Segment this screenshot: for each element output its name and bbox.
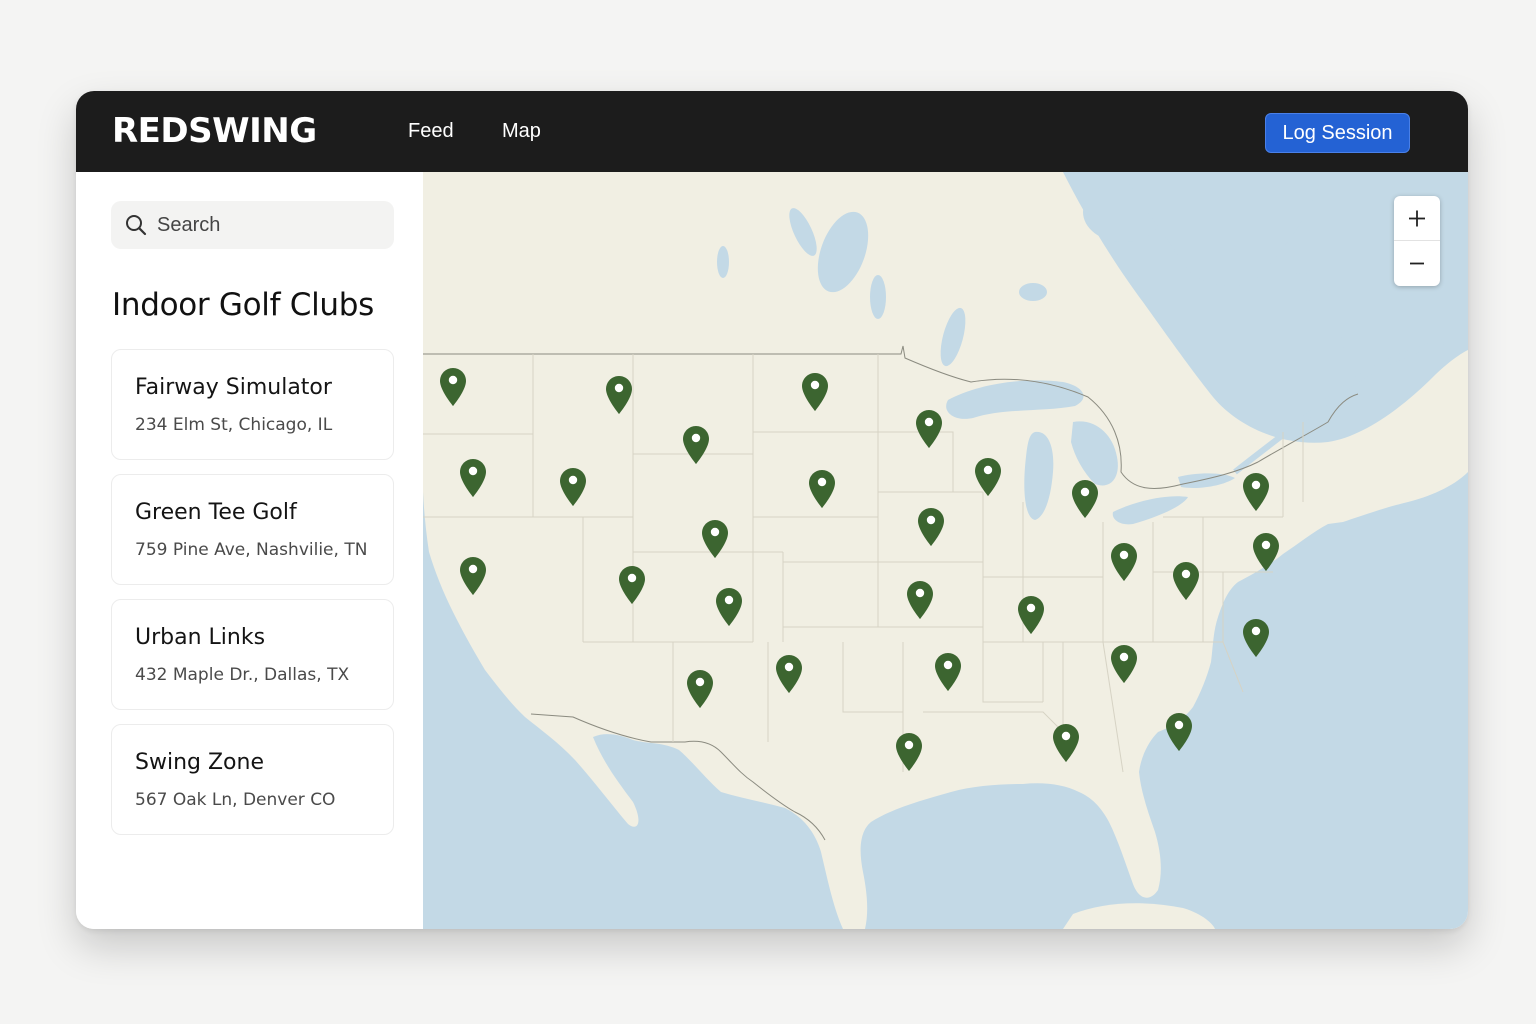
map-pin-icon[interactable] [618, 565, 646, 605]
brand-logo[interactable]: REDSWING [112, 111, 317, 151]
map-pin-icon[interactable] [682, 425, 710, 465]
map-pin-icon[interactable] [915, 409, 943, 449]
map-pin-icon[interactable] [1017, 595, 1045, 635]
top-nav-bar: REDSWING Feed Map Log Session [76, 91, 1468, 172]
map-pin-icon[interactable] [1071, 479, 1099, 519]
zoom-in-button[interactable] [1394, 196, 1440, 241]
search-icon [126, 215, 147, 236]
club-card-swing-zone[interactable]: Swing Zone 567 Oak Ln, Denver CO [111, 724, 394, 835]
map-pin-icon[interactable] [439, 367, 467, 407]
map-pin-icon[interactable] [459, 556, 487, 596]
map-pin-icon[interactable] [686, 669, 714, 709]
club-card-green-tee-golf[interactable]: Green Tee Golf 759 Pine Ave, Nashvilie, … [111, 474, 394, 585]
nav-feed-link[interactable]: Feed [408, 119, 454, 143]
section-title: Indoor Golf Clubs [112, 287, 375, 323]
map-pin-icon[interactable] [917, 507, 945, 547]
map-pin-icon[interactable] [974, 457, 1002, 497]
club-address: 432 Maple Dr., Dallas, TX [135, 665, 350, 685]
map-pin-icon[interactable] [801, 372, 829, 412]
map-pin-icon[interactable] [715, 587, 743, 627]
sidebar: Indoor Golf Clubs Fairway Simulator 234 … [76, 172, 423, 929]
map-pin-icon[interactable] [1110, 542, 1138, 582]
club-address: 234 Elm St, Chicago, IL [135, 415, 333, 435]
zoom-control [1394, 196, 1440, 286]
search-box[interactable] [111, 201, 394, 249]
map-pin-icon[interactable] [1052, 723, 1080, 763]
club-name: Fairway Simulator [135, 375, 332, 400]
map-pin-icon[interactable] [1165, 712, 1193, 752]
club-address: 759 Pine Ave, Nashvilie, TN [135, 540, 368, 560]
map-pin-icon[interactable] [1242, 618, 1270, 658]
club-card-urban-links[interactable]: Urban Links 432 Maple Dr., Dallas, TX [111, 599, 394, 710]
map-pin-icon[interactable] [559, 467, 587, 507]
club-address: 567 Oak Ln, Denver CO [135, 790, 336, 810]
map-pin-icon[interactable] [1242, 472, 1270, 512]
plus-icon [1409, 210, 1425, 227]
map-pin-icon[interactable] [459, 458, 487, 498]
club-card-fairway-simulator[interactable]: Fairway Simulator 234 Elm St, Chicago, I… [111, 349, 394, 460]
map-pin-icon[interactable] [1252, 532, 1280, 572]
map-pin-icon[interactable] [808, 469, 836, 509]
map-pin-icon[interactable] [1110, 644, 1138, 684]
map-pin-icon[interactable] [1172, 561, 1200, 601]
map-pin-icon[interactable] [701, 519, 729, 559]
map-pin-icon[interactable] [906, 580, 934, 620]
map-pin-icon[interactable] [895, 732, 923, 772]
log-session-button[interactable]: Log Session [1265, 113, 1410, 153]
app-window: REDSWING Feed Map Log Session Indoor Gol… [76, 91, 1468, 929]
nav-map-link[interactable]: Map [502, 119, 541, 143]
map-view[interactable] [423, 172, 1468, 929]
club-name: Green Tee Golf [135, 500, 297, 525]
club-name: Swing Zone [135, 750, 264, 775]
land-caribbean [1063, 903, 1215, 929]
map-pin-icon[interactable] [605, 375, 633, 415]
zoom-out-button[interactable] [1394, 241, 1440, 286]
map-basemap [423, 172, 1468, 929]
minus-icon [1410, 262, 1424, 265]
search-input[interactable] [157, 201, 387, 249]
club-name: Urban Links [135, 625, 266, 650]
map-pin-icon[interactable] [775, 654, 803, 694]
map-pin-icon[interactable] [934, 652, 962, 692]
